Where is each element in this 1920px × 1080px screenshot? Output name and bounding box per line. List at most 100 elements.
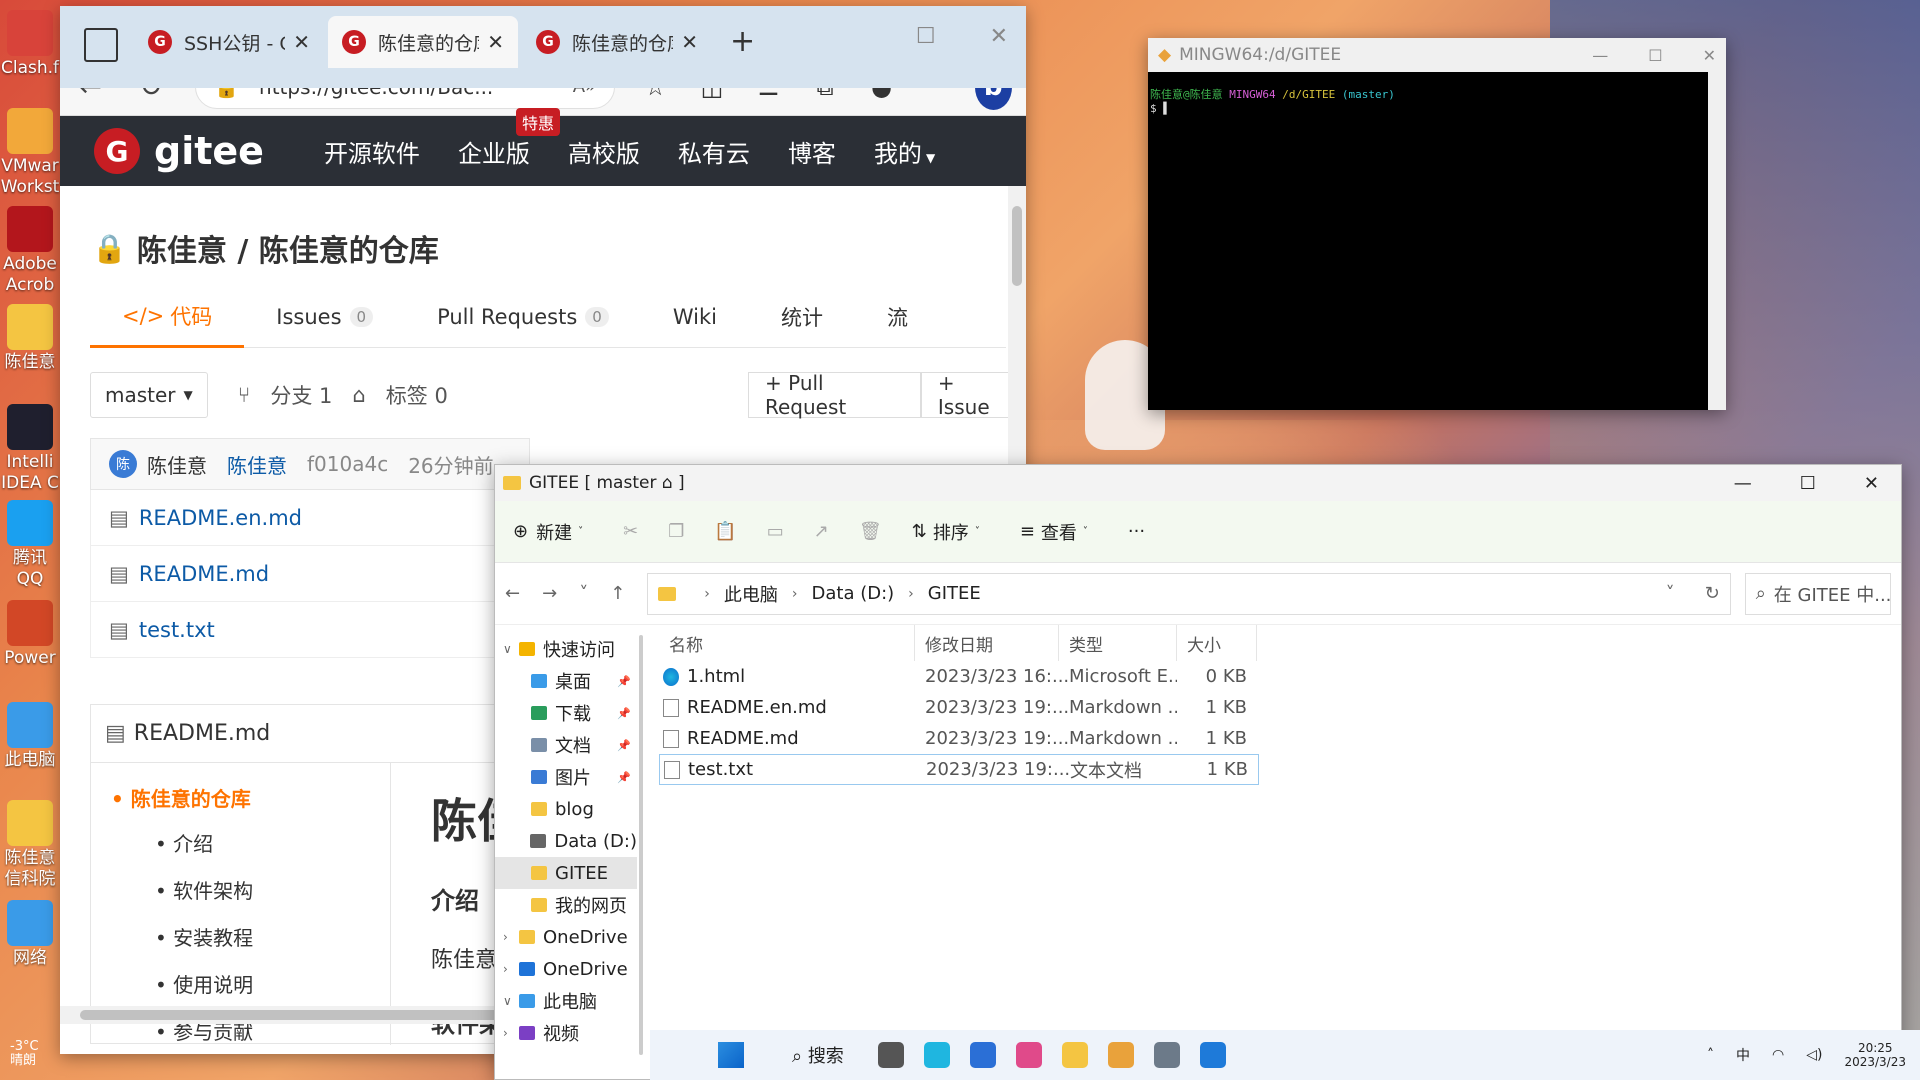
taskbar-search[interactable]: ⌕ 搜索 [792, 1042, 844, 1068]
branch-select[interactable]: master ▼ [90, 372, 208, 418]
repo-tab[interactable]: Pull Requests 0 [405, 286, 641, 348]
desktop-icon[interactable]: 陈佳意 [0, 304, 60, 373]
tree-item[interactable]: 我的网页 [495, 889, 637, 921]
chevron-up-icon[interactable]: ˄ [1707, 1047, 1714, 1063]
tree-item[interactable]: Data (D:) [495, 825, 637, 857]
column-header[interactable]: 修改日期 [915, 625, 1059, 661]
taskbar-app-icon[interactable] [1199, 1042, 1226, 1068]
path-segment[interactable]: 此电脑 [724, 581, 778, 607]
share-icon[interactable]: ↗ [814, 521, 829, 542]
rename-icon[interactable]: ▭ [767, 521, 784, 542]
gitee-nav-item[interactable]: 企业版 特惠 [458, 107, 560, 169]
close-tab-icon[interactable]: ✕ [293, 30, 310, 54]
taskbar-app-icon[interactable] [1061, 1042, 1088, 1068]
desktop-icon[interactable]: VMwar Workst [0, 108, 60, 198]
tree-item[interactable]: › OneDrive [495, 953, 637, 985]
tree-item[interactable]: ∨ 快速访问 [495, 633, 637, 665]
tree-item[interactable]: › OneDrive [495, 921, 637, 953]
avatar[interactable]: 陈 [109, 450, 137, 478]
start-windows-icon[interactable] [718, 1042, 744, 1068]
repo-tab[interactable]: Wiki [641, 286, 749, 348]
cut-icon[interactable]: ✂ [623, 521, 638, 542]
path-breadcrumb[interactable]: › 此电脑 › Data (D:) › GITEE ˅ ↻ [647, 572, 1731, 615]
navigation-pane-scrollbar[interactable] [639, 635, 643, 1055]
new-pull-request-button[interactable]: + Pull Request [748, 371, 921, 419]
desktop-icon[interactable]: 腾讯QQ [0, 500, 60, 590]
desktop-icon[interactable]: 网络 [0, 900, 60, 969]
ime-indicator[interactable]: 中 [1736, 1045, 1750, 1065]
branch-count[interactable]: 分支 1 [270, 380, 332, 410]
maximize-icon[interactable]: ☐ [1800, 473, 1816, 494]
tree-item[interactable]: blog [495, 793, 637, 825]
gitee-logo[interactable]: G gitee [94, 128, 264, 174]
search-input[interactable]: ⌕ 在 GITEE 中... [1744, 572, 1891, 615]
minimize-icon[interactable]: — [1734, 473, 1752, 494]
column-header[interactable]: 名称 [659, 625, 915, 661]
gitee-nav-item[interactable]: 私有云 [678, 134, 750, 169]
tree-item[interactable]: 图片 📌 [495, 761, 637, 793]
close-tab-icon[interactable]: ✕ [681, 30, 698, 54]
file-row[interactable]: 1.html 2023/3/23 16:... Microsoft E... 0 KB [659, 661, 1259, 692]
desktop-icon[interactable]: Intelli IDEA C [0, 404, 60, 494]
taskbar-app-icon[interactable] [1107, 1042, 1134, 1068]
sort-button[interactable]: ⇅ 排序 ˅ [912, 519, 980, 545]
commit-author[interactable]: 陈佳意 [147, 450, 207, 479]
toc-item[interactable]: • 介绍 [155, 828, 390, 857]
taskbar-app-icon[interactable] [969, 1042, 996, 1068]
toc-main-item[interactable]: • 陈佳意的仓库 [111, 783, 390, 812]
desktop-icon[interactable]: Clash.f [0, 10, 60, 79]
tab-actions-icon[interactable] [84, 28, 118, 62]
weather-widget[interactable]: -3°C 晴朗 [10, 1040, 39, 1068]
file-row[interactable]: README.md 2023/3/23 19:... Markdown ... 1 K… [659, 723, 1259, 754]
repo-tab[interactable]: 流 [855, 286, 940, 348]
tree-item[interactable]: › 视频 [495, 1017, 637, 1049]
repo-file-row[interactable]: ▤ README.md [90, 546, 530, 602]
path-segment[interactable]: Data (D:) [812, 583, 895, 604]
tree-item[interactable]: GITEE [495, 857, 637, 889]
close-icon[interactable]: ✕ [990, 24, 1008, 49]
terminal-output[interactable]: 陈佳意@陈佳意 MINGW64 /d/GITEE (master) $ ▌ [1148, 72, 1708, 410]
browser-tab[interactable]: G 陈佳意的仓库 ✕ [522, 16, 712, 68]
tree-chevron-icon[interactable]: ∨ [503, 642, 519, 656]
desktop-icon[interactable]: Power [0, 600, 60, 669]
terminal-scrollbar[interactable] [1708, 72, 1726, 410]
toc-item[interactable]: • 安装教程 [155, 922, 390, 951]
back-arrow-icon[interactable]: ← [505, 583, 520, 604]
tree-item[interactable]: ∨ 此电脑 [495, 985, 637, 1017]
chevron-down-icon[interactable]: ˅ [1666, 583, 1675, 604]
file-row[interactable]: test.txt 2023/3/23 19:... 文本文档 1 KB [659, 754, 1259, 785]
column-header[interactable]: 类型 [1059, 625, 1177, 661]
browser-tab[interactable]: G 陈佳意的仓库 ✕ [328, 16, 518, 68]
close-tab-icon[interactable]: ✕ [487, 30, 504, 54]
close-icon[interactable]: ✕ [1864, 473, 1879, 494]
minimize-icon[interactable]: — [1592, 46, 1608, 65]
tree-chevron-icon[interactable]: › [503, 1026, 519, 1040]
tree-item[interactable]: 文档 📌 [495, 729, 637, 761]
clock[interactable]: 20:25 2023/3/23 [1844, 1041, 1906, 1069]
tree-item[interactable]: 下载 📌 [495, 697, 637, 729]
repo-title-text[interactable]: 陈佳意 / 陈佳意的仓库 [137, 226, 439, 270]
new-button[interactable]: ⊕ 新建 ˅ [513, 519, 583, 545]
new-tab-plus-icon[interactable]: + [730, 24, 755, 59]
up-arrow-icon[interactable]: ↑ [610, 583, 625, 604]
wifi-icon[interactable]: ◠ [1772, 1047, 1784, 1063]
repo-tab[interactable]: Issues 0 [244, 286, 405, 348]
view-button[interactable]: ≡ 查看 ˅ [1020, 519, 1088, 545]
gitee-nav-item[interactable]: 开源软件 [324, 134, 420, 169]
recent-chevron-icon[interactable]: ˅ [579, 583, 588, 604]
paste-icon[interactable]: 📋 [714, 521, 736, 542]
more-options-button[interactable]: ··· [1128, 521, 1145, 542]
toc-item[interactable]: • 软件架构 [155, 875, 390, 904]
browser-tab[interactable]: G SSH公钥 - Gi ✕ [134, 16, 324, 68]
volume-icon[interactable]: ◁) [1806, 1047, 1822, 1063]
gitee-nav-item[interactable]: 高校版 [568, 134, 640, 169]
taskbar-app-icon[interactable] [877, 1042, 904, 1068]
file-row[interactable]: README.en.md 2023/3/23 19:... Markdown ...… [659, 692, 1259, 723]
repo-file-row[interactable]: ▤ test.txt [90, 602, 530, 658]
maximize-icon[interactable]: ☐ [916, 24, 936, 49]
gitee-nav-item[interactable]: 我的 ▼ [874, 134, 935, 169]
repo-tab[interactable]: </> 代码 [90, 286, 245, 348]
column-header[interactable]: 大小 [1177, 625, 1257, 661]
maximize-icon[interactable]: ☐ [1648, 46, 1662, 65]
desktop-icon[interactable]: Adobe Acrob [0, 206, 60, 296]
